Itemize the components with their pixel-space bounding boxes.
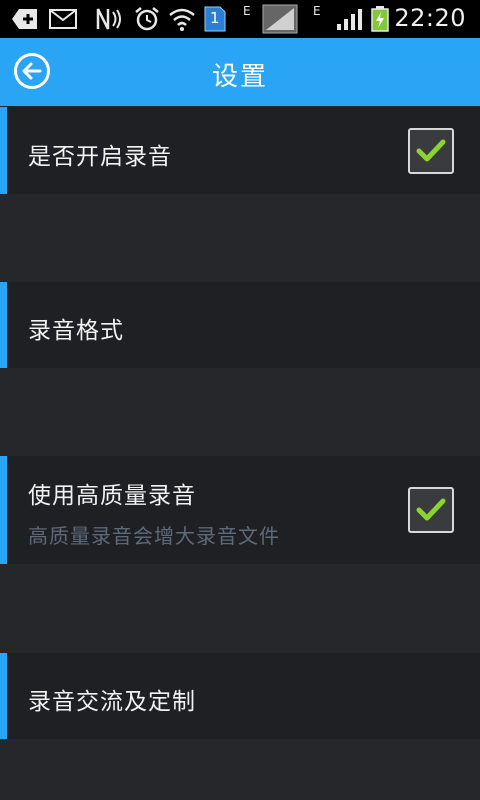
sim-badge: 1 <box>210 9 220 27</box>
setting-record-enable[interactable]: 是否开启录音 <box>0 107 480 194</box>
nfc-icon <box>94 6 126 32</box>
network-type-label-1: E <box>243 4 251 18</box>
accent-bar <box>0 282 7 368</box>
accent-bar <box>0 653 7 739</box>
setting-title: 录音交流及定制 <box>28 689 196 715</box>
accent-bar <box>0 107 7 194</box>
signal-icon <box>336 6 364 32</box>
setting-title: 是否开启录音 <box>28 144 172 170</box>
setting-record-feedback[interactable]: 录音交流及定制 <box>0 653 480 739</box>
checkmark-icon <box>416 498 446 522</box>
add-notification-icon <box>10 6 40 32</box>
status-bar: 1 E E 22:20 <box>0 0 480 38</box>
signal-icon <box>262 4 298 34</box>
page-title: 设置 <box>211 62 268 92</box>
alarm-clock-icon <box>134 6 160 32</box>
setting-record-format[interactable]: 录音格式 <box>0 282 480 368</box>
record-enable-checkbox[interactable] <box>408 128 454 174</box>
setting-summary: 高质量录音会增大录音文件 <box>28 524 280 548</box>
high-quality-checkbox[interactable] <box>408 487 454 533</box>
setting-high-quality[interactable]: 使用高质量录音 高质量录音会增大录音文件 <box>0 456 480 564</box>
network-type-label-2: E <box>313 4 321 18</box>
setting-title: 使用高质量录音 <box>28 483 196 509</box>
checkmark-icon <box>416 139 446 163</box>
setting-title: 录音格式 <box>28 318 124 344</box>
accent-bar <box>0 456 7 564</box>
clock-time: 22:20 <box>394 4 466 32</box>
wifi-icon <box>168 6 196 32</box>
sim-card-icon: 1 <box>204 6 226 32</box>
app-bar: 设置 <box>0 38 480 106</box>
battery-charging-icon <box>370 6 390 32</box>
mail-icon <box>48 6 78 32</box>
